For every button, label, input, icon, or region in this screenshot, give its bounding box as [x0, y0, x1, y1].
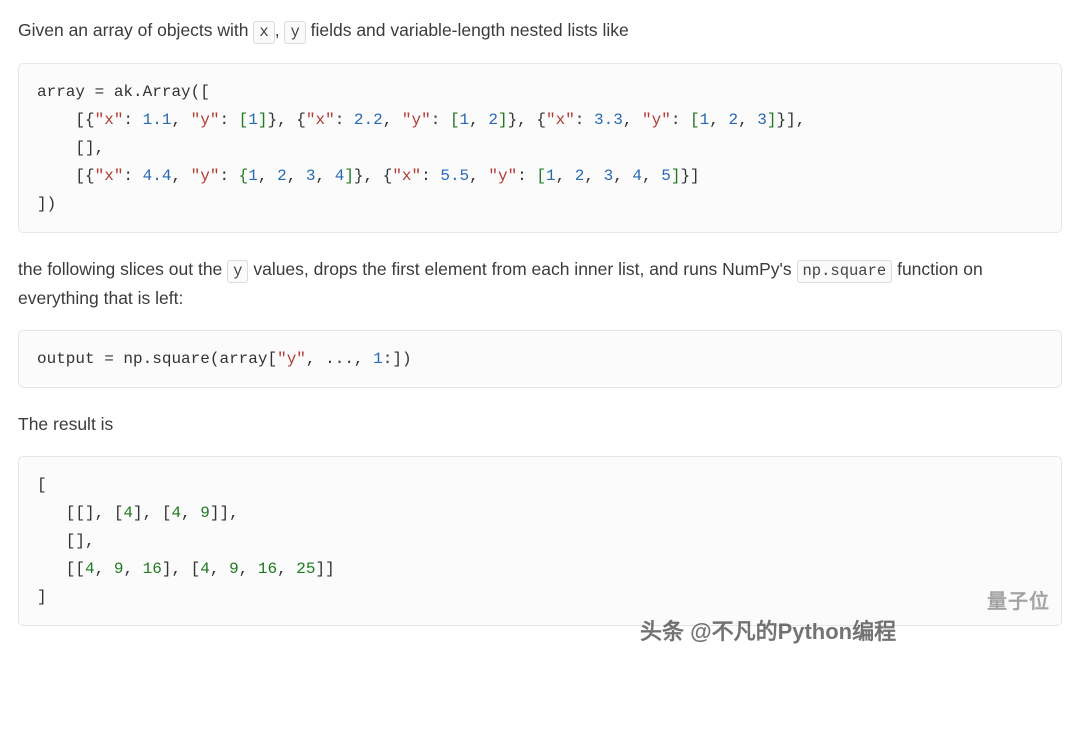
watermark-secondary: 量子位 — [987, 586, 1050, 618]
text: the following slices out the — [18, 259, 227, 279]
inline-code-x: x — [253, 21, 274, 44]
code-block-result: [ [[], [4], [4, 9]], [], [[4, 9, 16], [4… — [18, 456, 1062, 626]
middle-paragraph: the following slices out the y values, d… — [18, 255, 1062, 312]
text: fields and variable-length nested lists … — [306, 20, 629, 40]
text: values, drops the first element from eac… — [248, 259, 796, 279]
inline-code-y: y — [284, 21, 305, 44]
text: , — [275, 20, 285, 40]
intro-paragraph: Given an array of objects with x, y fiel… — [18, 16, 1062, 45]
result-paragraph: The result is — [18, 410, 1062, 438]
code-block-array-def: array = ak.Array([ [{"x": 1.1, "y": [1]}… — [18, 63, 1062, 233]
watermark-primary: 头条 @不凡的Python编程 — [640, 614, 896, 649]
inline-code-npsquare: np.square — [797, 260, 893, 283]
code-block-square: output = np.square(array["y", ..., 1:]) — [18, 330, 1062, 388]
text: Given an array of objects with — [18, 20, 253, 40]
inline-code-y2: y — [227, 260, 248, 283]
